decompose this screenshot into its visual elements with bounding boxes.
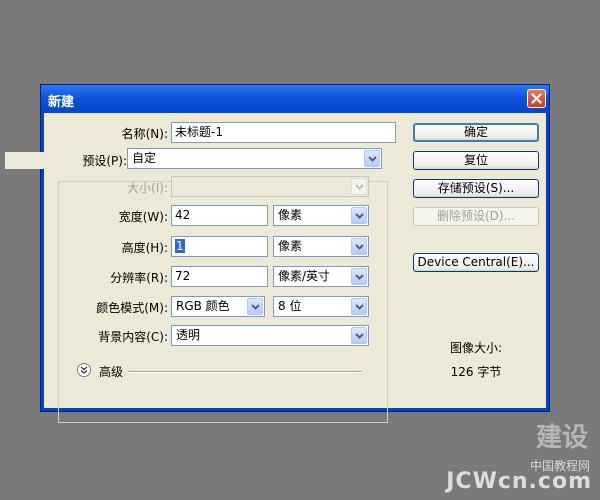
resolution-value: 72: [175, 269, 191, 283]
chevron-down-icon: [355, 274, 364, 280]
device-central-button[interactable]: Device Central(E)...: [413, 253, 539, 272]
chevron-down-icon: [355, 244, 364, 250]
double-chevron-down-icon: [80, 366, 88, 374]
height-label: 高度(H):: [121, 241, 168, 255]
chevron-down-icon: [355, 213, 364, 219]
image-size-label: 图像大小:: [449, 341, 503, 355]
preset-dropdown-button[interactable]: [364, 150, 380, 167]
dialog-title: 新建: [48, 95, 75, 110]
advanced-label: 高级: [99, 365, 124, 379]
background-label: 背景内容(C):: [98, 330, 168, 344]
name-value: 未标题-1: [175, 125, 223, 139]
dialog-client: 名称(N): 未标题-1 预设(P): 自定 大小(I): 宽度(W): 42 …: [5, 113, 546, 423]
preset-select[interactable]: 自定: [127, 148, 382, 169]
height-unit-value: 像素: [278, 239, 303, 253]
size-label: 大小(I):: [127, 181, 168, 195]
width-input[interactable]: 42: [171, 205, 268, 226]
size-dropdown-button: [351, 178, 367, 195]
chevron-down-icon: [368, 156, 377, 162]
reset-button[interactable]: 复位: [413, 151, 539, 170]
resolution-unit-value: 像素/英寸: [278, 269, 331, 283]
bit-depth-select[interactable]: 8 位: [273, 296, 369, 317]
close-icon: [531, 93, 542, 104]
watermark-logo: 建设: [535, 423, 588, 453]
image-size-value: 126 字节: [450, 365, 502, 379]
chevron-down-icon: [355, 304, 364, 310]
resolution-label: 分辨率(R):: [110, 271, 168, 285]
color-mode-dropdown-button[interactable]: [247, 298, 263, 315]
watermark-text: JCWcn.com: [446, 469, 592, 494]
advanced-toggle[interactable]: [77, 363, 91, 377]
height-unit-dropdown-button[interactable]: [351, 238, 367, 255]
advanced-divider: [128, 371, 362, 373]
background-dropdown-button[interactable]: [351, 327, 367, 344]
resolution-unit-dropdown-button[interactable]: [351, 268, 367, 285]
height-input[interactable]: 1: [171, 236, 268, 257]
chevron-down-icon: [355, 184, 364, 190]
width-unit-select[interactable]: 像素: [273, 205, 369, 226]
background-value: 透明: [176, 328, 201, 342]
save-preset-button[interactable]: 存储预设(S)...: [413, 179, 539, 198]
color-mode-select[interactable]: RGB 颜色: [171, 296, 265, 317]
height-value: 1: [175, 239, 185, 253]
height-unit-select[interactable]: 像素: [273, 236, 369, 257]
name-input[interactable]: 未标题-1: [171, 122, 396, 143]
preset-label: 预设(P):: [5, 152, 129, 169]
width-unit-dropdown-button[interactable]: [351, 207, 367, 224]
size-select: [171, 176, 369, 197]
delete-preset-button: 删除预设(D)...: [413, 207, 539, 226]
bit-depth-dropdown-button[interactable]: [351, 298, 367, 315]
chevron-down-icon: [355, 333, 364, 339]
width-label: 宽度(W):: [118, 210, 168, 224]
name-label: 名称(N):: [121, 127, 168, 141]
close-button[interactable]: [527, 89, 546, 108]
new-document-dialog: 新建 名称(N): 未标题-1 预设(P): 自定 大小(I): 宽度(W): …: [5, 84, 550, 423]
color-mode-label: 颜色模式(M):: [96, 301, 168, 315]
chevron-down-icon: [251, 304, 260, 310]
ok-button[interactable]: 确定: [413, 123, 539, 142]
width-value: 42: [175, 208, 191, 222]
bit-depth-value: 8 位: [278, 299, 302, 313]
color-mode-value: RGB 颜色: [176, 299, 230, 313]
preset-value: 自定: [132, 151, 157, 165]
resolution-unit-select[interactable]: 像素/英寸: [273, 266, 369, 287]
width-unit-value: 像素: [278, 208, 303, 222]
dialog-titlebar[interactable]: 新建: [41, 85, 549, 113]
background-select[interactable]: 透明: [171, 325, 369, 346]
resolution-input[interactable]: 72: [171, 266, 268, 287]
